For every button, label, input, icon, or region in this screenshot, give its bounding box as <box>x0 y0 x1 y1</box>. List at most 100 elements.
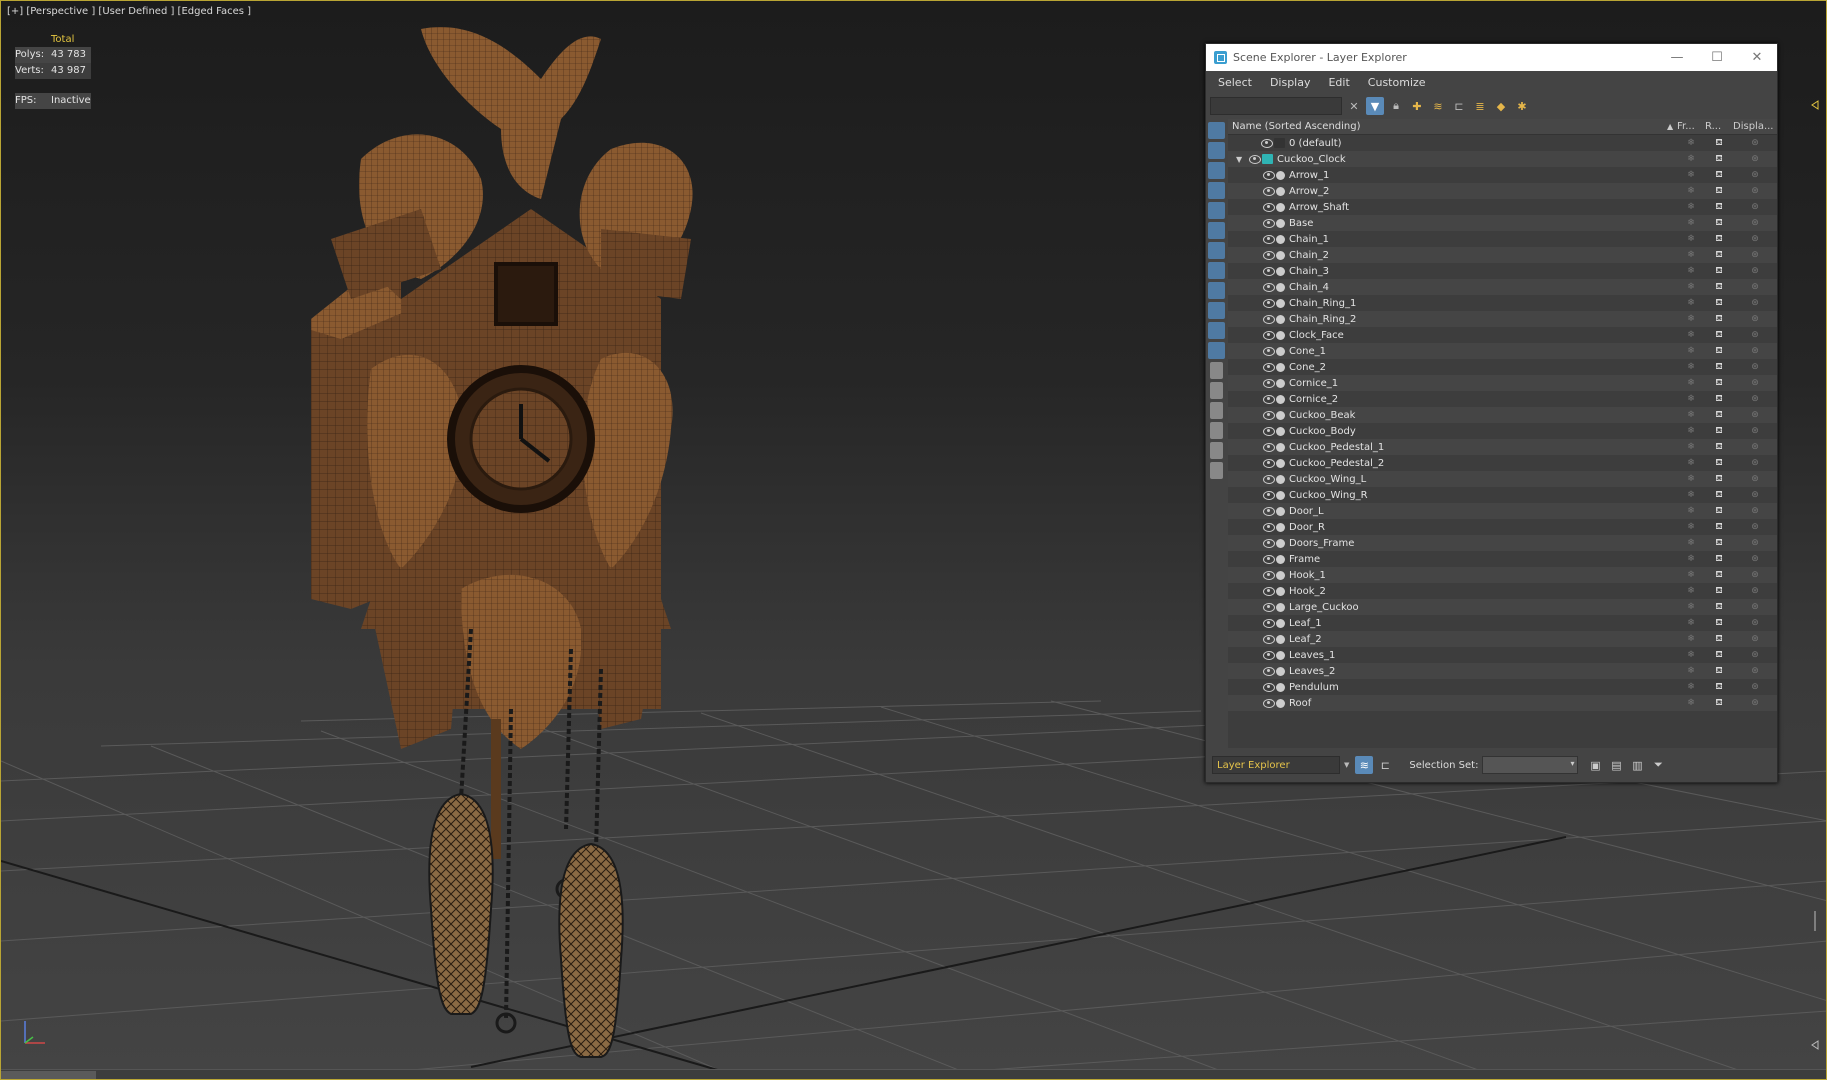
cuckoo-clock-model[interactable] <box>311 9 821 1059</box>
render-teapot-icon[interactable]: ⛾ <box>1705 346 1733 357</box>
save-selection-icon[interactable]: ▣ <box>1586 756 1604 774</box>
menu-edit[interactable]: Edit <box>1328 76 1349 89</box>
freeze-icon[interactable]: ❄ <box>1677 538 1705 548</box>
freeze-icon[interactable]: ❄ <box>1677 474 1705 484</box>
object-row[interactable]: Chain_3 ❄ ⛾ ⊛ <box>1228 263 1777 279</box>
object-row[interactable]: Cornice_2 ❄ ⛾ ⊛ <box>1228 391 1777 407</box>
close-button[interactable]: ✕ <box>1737 44 1777 71</box>
display-hidden-icon[interactable] <box>1208 342 1225 359</box>
object-row[interactable]: Frame ❄ ⛾ ⊛ <box>1228 551 1777 567</box>
freeze-icon[interactable]: ❄ <box>1677 458 1705 468</box>
object-row[interactable]: Chain_2 ❄ ⛾ ⊛ <box>1228 247 1777 263</box>
freeze-icon[interactable]: ❄ <box>1677 506 1705 516</box>
object-row[interactable]: Arrow_2 ❄ ⛾ ⊛ <box>1228 183 1777 199</box>
display-icon[interactable]: ⊛ <box>1733 666 1777 676</box>
object-row[interactable]: Clock_Face ❄ ⛾ ⊛ <box>1228 327 1777 343</box>
object-row[interactable]: Door_L ❄ ⛾ ⊛ <box>1228 503 1777 519</box>
freeze-icon[interactable]: ❄ <box>1677 666 1705 676</box>
visibility-eye-icon[interactable] <box>1262 235 1275 244</box>
display-none-icon[interactable] <box>1210 382 1223 399</box>
chevron-down-icon[interactable]: ▼ <box>1344 761 1349 769</box>
layer-row-cuckoo-clock[interactable]: ▼ Cuckoo_Clock ❄ ⛾ ⊛ <box>1228 151 1777 167</box>
layer-stack-icon[interactable]: ≣ <box>1471 97 1489 115</box>
display-icon[interactable]: ⊛ <box>1733 346 1777 356</box>
object-row[interactable]: Cone_2 ❄ ⛾ ⊛ <box>1228 359 1777 375</box>
display-all-icon[interactable] <box>1210 362 1223 379</box>
object-row[interactable]: Cuckoo_Wing_R ❄ ⛾ ⊛ <box>1228 487 1777 503</box>
render-teapot-icon[interactable]: ⛾ <box>1705 458 1733 469</box>
freeze-icon[interactable]: ❄ <box>1677 250 1705 260</box>
display-icon[interactable]: ⊛ <box>1733 618 1777 628</box>
freeze-icon[interactable]: ❄ <box>1677 298 1705 308</box>
display-icon[interactable]: ⊛ <box>1733 234 1777 244</box>
freeze-icon[interactable]: ❄ <box>1677 314 1705 324</box>
object-row[interactable]: Leaves_2 ❄ ⛾ ⊛ <box>1228 663 1777 679</box>
visibility-eye-icon[interactable] <box>1262 219 1275 228</box>
visibility-eye-icon[interactable] <box>1262 187 1275 196</box>
object-row[interactable]: Leaf_1 ❄ ⛾ ⊛ <box>1228 615 1777 631</box>
object-row[interactable]: Cuckoo_Pedestal_1 ❄ ⛾ ⊛ <box>1228 439 1777 455</box>
render-teapot-icon[interactable]: ⛾ <box>1705 586 1733 597</box>
object-row[interactable]: Base ❄ ⛾ ⊛ <box>1228 215 1777 231</box>
display-icon[interactable]: ⊛ <box>1733 202 1777 212</box>
display-icon[interactable]: ⊛ <box>1733 298 1777 308</box>
display-helpers-icon[interactable] <box>1208 202 1225 219</box>
object-row[interactable]: Cone_1 ❄ ⛾ ⊛ <box>1228 343 1777 359</box>
render-teapot-icon[interactable]: ⛾ <box>1705 506 1733 517</box>
freeze-icon[interactable]: ❄ <box>1677 154 1705 164</box>
visibility-eye-icon[interactable] <box>1262 523 1275 532</box>
freeze-icon[interactable]: ❄ <box>1677 522 1705 532</box>
object-row[interactable]: Cuckoo_Pedestal_2 ❄ ⛾ ⊛ <box>1228 455 1777 471</box>
display-icon[interactable]: ⊛ <box>1733 378 1777 388</box>
display-groups-icon[interactable] <box>1208 242 1225 259</box>
menu-display[interactable]: Display <box>1270 76 1311 89</box>
object-row[interactable]: Large_Cuckoo ❄ ⛾ ⊛ <box>1228 599 1777 615</box>
render-teapot-icon[interactable]: ⛾ <box>1705 202 1733 213</box>
display-bones-icon[interactable] <box>1208 282 1225 299</box>
render-teapot-icon[interactable]: ⛾ <box>1705 554 1733 565</box>
create-layer-icon[interactable]: ✚ <box>1408 97 1426 115</box>
display-icon[interactable]: ⊛ <box>1733 650 1777 660</box>
object-row[interactable]: Cuckoo_Wing_L ❄ ⛾ ⊛ <box>1228 471 1777 487</box>
visibility-eye-icon[interactable] <box>1262 587 1275 596</box>
object-row[interactable]: Roof ❄ ⛾ ⊛ <box>1228 695 1777 711</box>
display-icon[interactable]: ⊛ <box>1733 602 1777 612</box>
render-teapot-icon[interactable]: ⛾ <box>1705 218 1733 229</box>
viewport-label[interactable]: [+] [Perspective ] [User Defined ] [Edge… <box>7 6 251 17</box>
visibility-eye-icon[interactable] <box>1262 299 1275 308</box>
freeze-icon[interactable]: ❄ <box>1677 554 1705 564</box>
object-row[interactable]: Hook_2 ❄ ⛾ ⊛ <box>1228 583 1777 599</box>
object-row[interactable]: Cuckoo_Body ❄ ⛾ ⊛ <box>1228 423 1777 439</box>
visibility-eye-icon[interactable] <box>1262 475 1275 484</box>
display-icon[interactable]: ⊛ <box>1733 442 1777 452</box>
display-icon[interactable]: ⊛ <box>1733 362 1777 372</box>
display-icon[interactable]: ⊛ <box>1733 330 1777 340</box>
render-teapot-icon[interactable]: ⛾ <box>1705 234 1733 245</box>
visibility-eye-icon[interactable] <box>1262 379 1275 388</box>
search-input[interactable] <box>1210 97 1342 115</box>
freeze-icon[interactable]: ❄ <box>1677 394 1705 404</box>
scene-explorer-window[interactable]: Scene Explorer - Layer Explorer — ☐ ✕ Se… <box>1205 43 1778 783</box>
visibility-eye-icon[interactable] <box>1262 443 1275 452</box>
display-icon[interactable]: ⊛ <box>1733 538 1777 548</box>
object-row[interactable]: Doors_Frame ❄ ⛾ ⊛ <box>1228 535 1777 551</box>
visibility-eye-icon[interactable] <box>1262 459 1275 468</box>
render-teapot-icon[interactable]: ⛾ <box>1705 442 1733 453</box>
object-row[interactable]: Leaves_1 ❄ ⛾ ⊛ <box>1228 647 1777 663</box>
render-teapot-icon[interactable]: ⛾ <box>1705 634 1733 645</box>
render-teapot-icon[interactable]: ⛾ <box>1705 474 1733 485</box>
display-icon[interactable]: ⊛ <box>1733 170 1777 180</box>
visibility-eye-icon[interactable] <box>1262 267 1275 276</box>
object-row[interactable]: Chain_1 ❄ ⛾ ⊛ <box>1228 231 1777 247</box>
render-teapot-icon[interactable]: ⛾ <box>1705 362 1733 373</box>
object-row[interactable]: Cuckoo_Beak ❄ ⛾ ⊛ <box>1228 407 1777 423</box>
perspective-viewport[interactable]: [+] [Perspective ] [User Defined ] [Edge… <box>0 0 1827 1080</box>
explorer-titlebar[interactable]: Scene Explorer - Layer Explorer — ☐ ✕ <box>1206 44 1777 71</box>
visibility-eye-icon[interactable] <box>1262 315 1275 324</box>
display-shapes-icon[interactable] <box>1208 142 1225 159</box>
expand-triangle-icon[interactable]: ▼ <box>1236 155 1248 164</box>
object-row[interactable]: Cornice_1 ❄ ⛾ ⊛ <box>1228 375 1777 391</box>
display-icon[interactable]: ⊛ <box>1733 410 1777 420</box>
column-display[interactable]: Displa... <box>1733 121 1777 132</box>
render-teapot-icon[interactable]: ⛾ <box>1705 666 1733 677</box>
